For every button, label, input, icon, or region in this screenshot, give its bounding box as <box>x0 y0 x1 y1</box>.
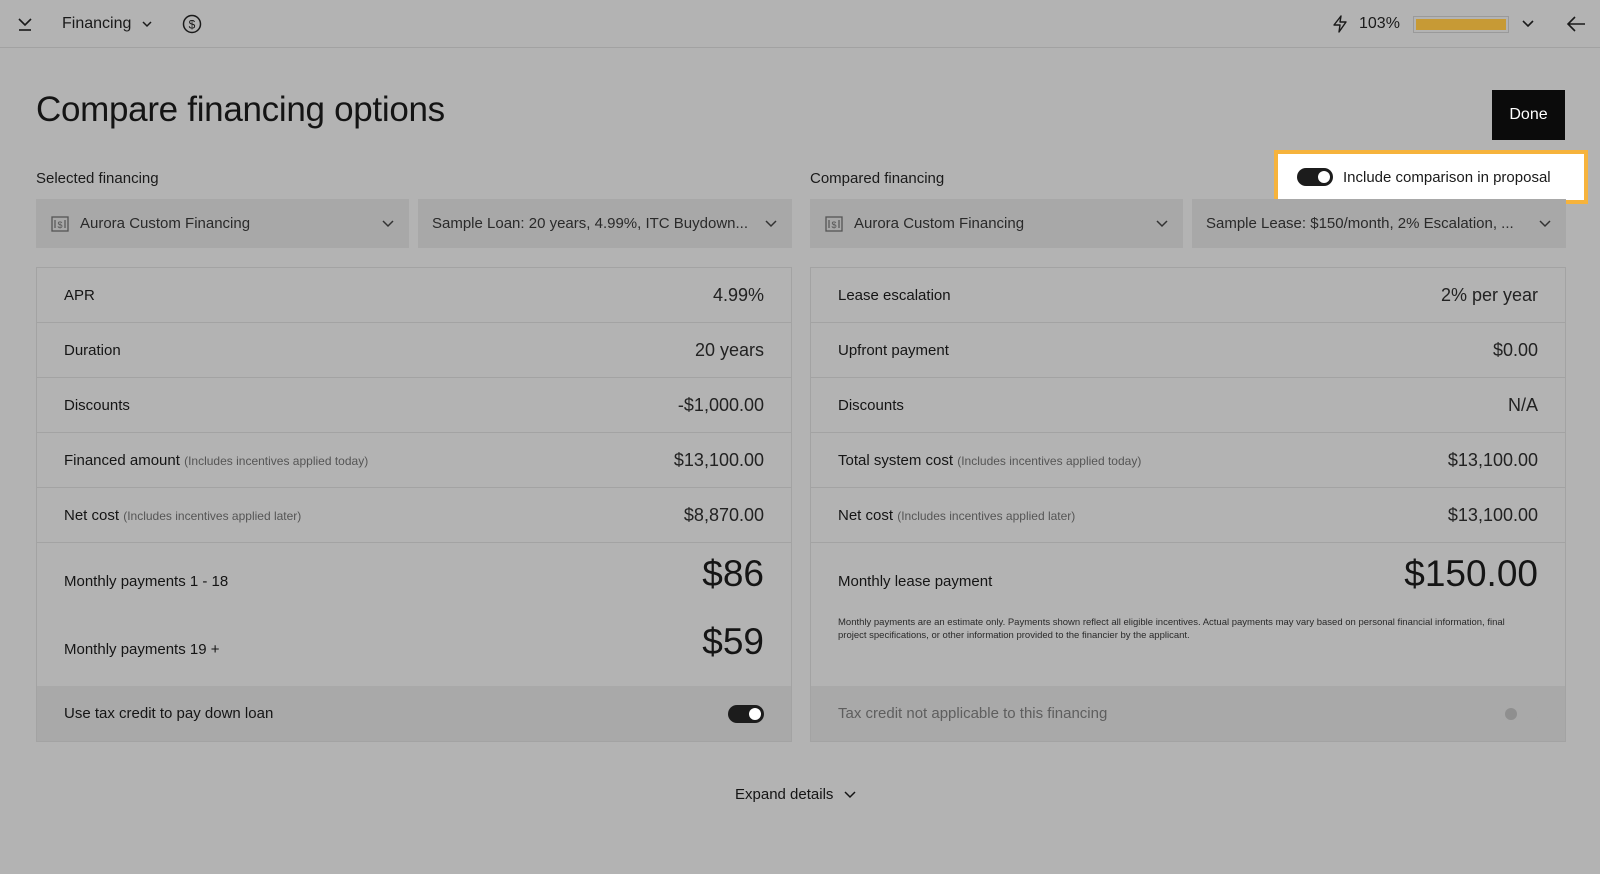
row-value: 2% per year <box>1440 284 1538 305</box>
monthly-payments-1-label: Monthly payments 1 - 18 <box>64 573 229 590</box>
svg-text:$: $ <box>189 18 196 32</box>
row-sublabel: (Includes incentives applied today) <box>184 453 369 468</box>
expand-details-label: Expand details <box>735 786 834 803</box>
compared-provider-dropdown[interactable]: $ Aurora Custom Financing <box>810 199 1183 248</box>
table-row: Net cost (Includes incentives applied la… <box>37 488 791 543</box>
table-row: Upfront payment $0.00 <box>811 323 1565 378</box>
monthly-payments-2-value: $59 <box>702 621 764 662</box>
monthly-lease-payment-value: $150.00 <box>1404 553 1538 594</box>
tax-credit-label: Use tax credit to pay down loan <box>64 705 274 722</box>
tax-credit-row: Use tax credit to pay down loan <box>37 686 791 741</box>
monthly-payments-1-value: $86 <box>702 553 764 594</box>
table-row: Lease escalation 2% per year <box>811 268 1565 323</box>
row-value: N/A <box>1507 394 1538 415</box>
chevron-down-icon[interactable] <box>1521 17 1535 31</box>
bank-icon: $ <box>51 215 69 232</box>
tax-credit-label: Tax credit not applicable to this financ… <box>838 705 1108 722</box>
selected-provider-dropdown[interactable]: $ Aurora Custom Financing <box>36 199 409 248</box>
compared-provider-value: Aurora Custom Financing <box>854 215 1025 232</box>
row-label: Financed amount <box>64 451 180 469</box>
energy-offset-fill <box>1416 19 1506 30</box>
row-label: Net cost <box>64 506 120 524</box>
dollar-circle-icon[interactable]: $ <box>182 14 202 34</box>
svg-text:$: $ <box>831 220 836 230</box>
row-value: $13,100.00 <box>1447 449 1538 470</box>
compared-financing-panel: Lease escalation 2% per year Upfront pay… <box>810 267 1566 742</box>
selected-product-value: Sample Loan: 20 years, 4.99%, ITC Buydow… <box>432 215 749 232</box>
row-value: -$1,000.00 <box>677 394 764 415</box>
monthly-lease-payment-label: Monthly lease payment <box>838 573 993 590</box>
top-bar: Financing $ 103% <box>0 0 1600 48</box>
selected-provider-value: Aurora Custom Financing <box>80 215 251 232</box>
table-row: Duration 20 years <box>37 323 791 378</box>
row-sublabel: (Includes incentives applied later) <box>123 508 302 523</box>
chevron-down-icon <box>382 219 394 227</box>
table-row: Discounts N/A <box>811 378 1565 433</box>
row-value: 20 years <box>694 339 764 360</box>
row-label: Discounts <box>838 396 904 414</box>
energy-offset-value: 103% <box>1359 15 1400 32</box>
back-arrow-icon[interactable] <box>1566 15 1586 33</box>
tax-credit-row: Tax credit not applicable to this financ… <box>811 686 1565 741</box>
chevron-down-icon <box>765 219 777 227</box>
tax-credit-toggle[interactable] <box>728 704 764 723</box>
row-value: $8,870.00 <box>683 504 764 525</box>
table-row: Net cost (Includes incentives applied la… <box>811 488 1565 543</box>
svg-text:$: $ <box>57 220 62 230</box>
selected-product-dropdown[interactable]: Sample Loan: 20 years, 4.99%, ITC Buydow… <box>418 199 792 248</box>
lightning-icon <box>1332 15 1348 33</box>
chevron-down-icon <box>142 21 152 28</box>
done-button[interactable]: Done <box>1492 90 1565 140</box>
row-label: APR <box>64 286 95 304</box>
section-label: Financing <box>62 15 132 32</box>
include-comparison-toggle[interactable] <box>1297 168 1333 186</box>
tax-credit-toggle[interactable] <box>1502 704 1538 723</box>
table-row: APR 4.99% <box>37 268 791 323</box>
expand-details-button[interactable]: Expand details <box>735 786 857 803</box>
selected-financing-label: Selected financing <box>36 170 159 187</box>
row-value: 4.99% <box>712 284 764 305</box>
row-value: $0.00 <box>1492 339 1538 360</box>
table-row: Financed amount (Includes incentives app… <box>37 433 791 488</box>
monthly-payments-2-label: Monthly payments 19 + <box>64 641 220 658</box>
bank-icon: $ <box>825 215 843 232</box>
row-label: Upfront payment <box>838 341 949 359</box>
chevron-down-icon <box>1156 219 1168 227</box>
row-value: $13,100.00 <box>1447 504 1538 525</box>
row-label: Duration <box>64 341 121 359</box>
row-label: Lease escalation <box>838 286 951 304</box>
row-sublabel: (Includes incentives applied today) <box>957 453 1142 468</box>
chevron-down-icon <box>844 790 856 798</box>
row-label: Net cost <box>838 506 894 524</box>
payment-disclaimer: Monthly payments are an estimate only. P… <box>838 617 1505 641</box>
collapse-icon[interactable] <box>16 15 34 33</box>
include-comparison-highlight: Include comparison in proposal <box>1274 150 1588 204</box>
page-title: Compare financing options <box>36 90 445 129</box>
compared-financing-label: Compared financing <box>810 170 945 187</box>
section-dropdown[interactable]: Financing <box>62 15 153 33</box>
table-row: Total system cost (Includes incentives a… <box>811 433 1565 488</box>
selected-financing-panel: APR 4.99% Duration 20 years Discounts -$… <box>36 267 792 742</box>
compared-product-dropdown[interactable]: Sample Lease: $150/month, 2% Escalation,… <box>1192 199 1566 248</box>
include-comparison-label: Include comparison in proposal <box>1343 168 1551 186</box>
row-sublabel: (Includes incentives applied later) <box>897 508 1076 523</box>
energy-offset-bar <box>1413 16 1509 33</box>
row-value: $13,100.00 <box>673 449 764 470</box>
row-label: Total system cost <box>838 451 954 469</box>
table-row: Discounts -$1,000.00 <box>37 378 791 433</box>
chevron-down-icon <box>1539 219 1551 227</box>
row-label: Discounts <box>64 396 130 414</box>
compared-product-value: Sample Lease: $150/month, 2% Escalation,… <box>1206 215 1514 232</box>
